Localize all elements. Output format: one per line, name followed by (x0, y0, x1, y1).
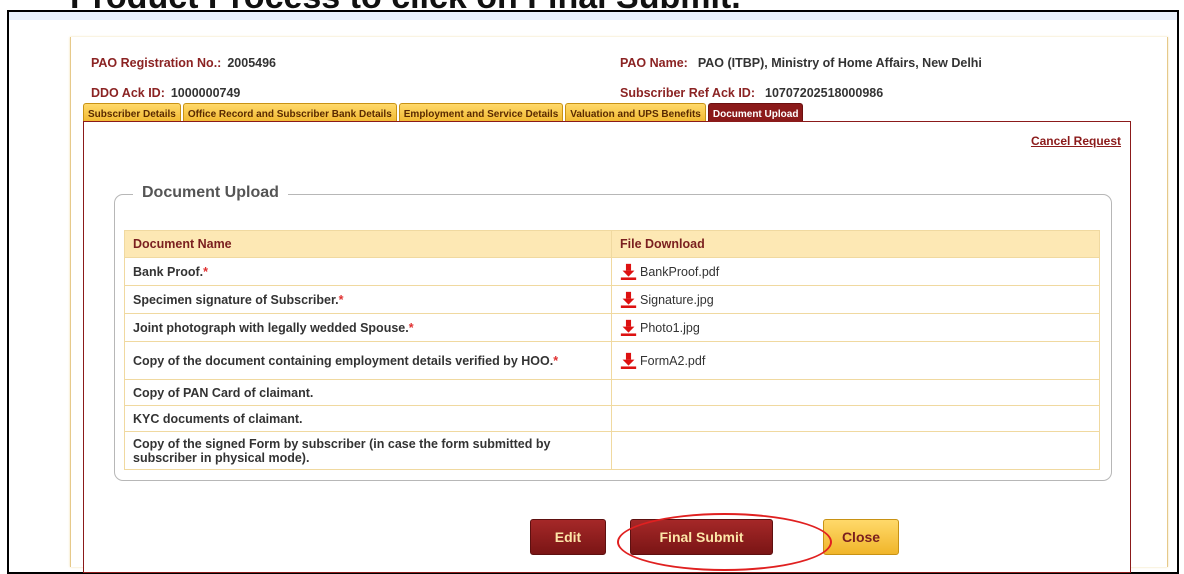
document-name-cell: Joint photograph with legally wedded Spo… (124, 313, 612, 342)
pao-registration-value: 2005496 (227, 56, 277, 70)
file-download-cell: FormA2.pdf (611, 341, 1100, 380)
pao-registration: PAO Registration No.: 2005496 (91, 56, 276, 70)
edit-button[interactable]: Edit (530, 519, 606, 555)
document-name: Copy of the document containing employme… (133, 353, 554, 368)
cancel-request-link[interactable]: Cancel Request (1031, 134, 1121, 148)
tab-content-panel: Cancel Request Document Upload Document … (83, 121, 1131, 573)
document-name-cell: Copy of PAN Card of claimant. (124, 379, 612, 406)
subscriber-ref-ack: Subscriber Ref Ack ID: 10707202518000986 (620, 86, 883, 100)
download-icon (620, 319, 637, 336)
document-upload-section: Document Upload Document Name File Downl… (114, 184, 1112, 481)
document-name: KYC documents of claimant. (133, 411, 303, 426)
file-name: Photo1.jpg (640, 320, 700, 335)
document-name-cell: Copy of the document containing employme… (124, 341, 612, 380)
file-name: BankProof.pdf (640, 264, 720, 279)
required-mark: * (408, 320, 414, 335)
file-download-link[interactable]: FormA2.pdf (620, 352, 1091, 369)
required-mark: * (338, 292, 344, 307)
table-row: Specimen signature of Subscriber.* Signa… (124, 285, 1100, 314)
document-name-cell: KYC documents of claimant. (124, 405, 612, 432)
file-download-link[interactable]: BankProof.pdf (620, 263, 1091, 280)
pao-registration-label: PAO Registration No.: (91, 56, 222, 70)
ddo-ack-label: DDO Ack ID: (91, 86, 165, 100)
pao-name: PAO Name: PAO (ITBP), Ministry of Home Af… (620, 56, 982, 70)
close-button[interactable]: Close (823, 519, 899, 555)
file-download-cell (611, 379, 1100, 406)
document-name: Joint photograph with legally wedded Spo… (133, 320, 409, 335)
download-icon (620, 352, 637, 369)
file-download-cell (611, 431, 1100, 470)
file-download-cell: Photo1.jpg (611, 313, 1100, 342)
document-name-cell: Copy of the signed Form by subscriber (i… (124, 431, 612, 470)
ddo-ack: DDO Ack ID: 1000000749 (91, 86, 240, 100)
file-download-cell: Signature.jpg (611, 285, 1100, 314)
document-table: Document Name File Download Bank Proof.*… (124, 230, 1100, 470)
file-download-link[interactable]: Signature.jpg (620, 291, 1091, 308)
download-icon (620, 263, 637, 280)
required-mark: * (553, 353, 559, 368)
document-name-cell: Specimen signature of Subscriber.* (124, 285, 612, 314)
table-row: Joint photograph with legally wedded Spo… (124, 313, 1100, 342)
table-row: Copy of the document containing employme… (124, 341, 1100, 380)
subscriber-ref-value: 10707202518000986 (765, 86, 884, 100)
document-name: Copy of the signed Form by subscriber (i… (133, 436, 551, 465)
section-title: Document Upload (133, 184, 288, 202)
file-download-cell (611, 405, 1100, 432)
final-submit-button[interactable]: Final Submit (630, 519, 773, 555)
pao-name-label: PAO Name: (620, 56, 688, 70)
file-name: FormA2.pdf (640, 353, 706, 368)
top-band (9, 12, 1177, 20)
document-name: Bank Proof. (133, 264, 204, 279)
table-header-row: Document Name File Download (124, 230, 1100, 258)
column-header-document-name: Document Name (124, 230, 612, 258)
subscriber-ref-label: Subscriber Ref Ack ID: (620, 86, 755, 100)
download-icon (620, 291, 637, 308)
document-name-cell: Bank Proof.* (124, 257, 612, 286)
column-header-file-download: File Download (611, 230, 1100, 258)
file-name: Signature.jpg (640, 292, 714, 307)
ddo-ack-value: 1000000749 (170, 86, 241, 100)
document-name: Specimen signature of Subscriber. (133, 292, 339, 307)
file-download-cell: BankProof.pdf (611, 257, 1100, 286)
table-row: Bank Proof.* BankProof.pdf (124, 257, 1100, 286)
table-row: KYC documents of claimant. (124, 405, 1100, 432)
table-row: Copy of the signed Form by subscriber (i… (124, 431, 1100, 470)
file-download-link[interactable]: Photo1.jpg (620, 319, 1091, 336)
pao-name-value: PAO (ITBP), Ministry of Home Affairs, Ne… (697, 56, 982, 70)
table-row: Copy of PAN Card of claimant. (124, 379, 1100, 406)
document-name: Copy of PAN Card of claimant. (133, 385, 314, 400)
required-mark: * (203, 264, 209, 279)
